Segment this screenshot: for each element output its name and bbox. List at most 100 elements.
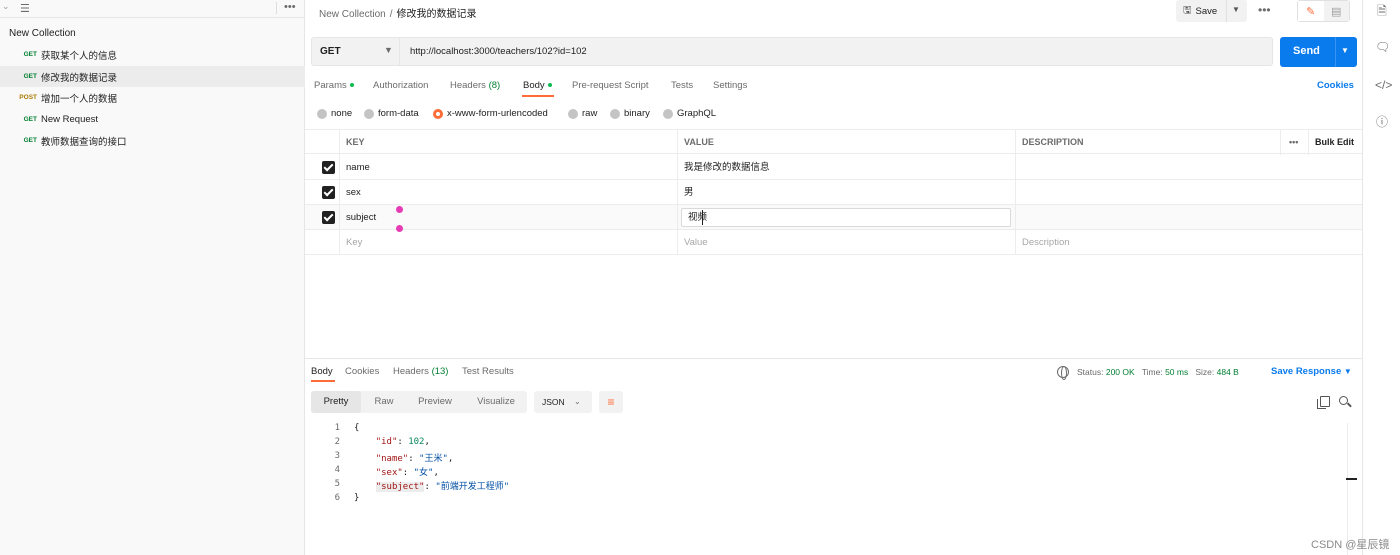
- documentation-icon[interactable]: ▤: [1323, 1, 1349, 21]
- table-row-new: Key Value Description: [305, 230, 1362, 255]
- bulk-edit-button[interactable]: Bulk Edit: [1308, 130, 1362, 155]
- divider: [276, 2, 277, 14]
- code-icon[interactable]: </>: [1375, 78, 1392, 92]
- send-button[interactable]: Send ▼: [1280, 37, 1357, 67]
- status-value[interactable]: 200 OK: [1106, 367, 1135, 377]
- response-tab-test-results[interactable]: Test Results: [462, 366, 514, 377]
- response-tab-body[interactable]: Body: [311, 366, 333, 377]
- method-select[interactable]: GET: [320, 46, 341, 57]
- selection-handle-bottom[interactable]: [396, 225, 403, 232]
- description-cell[interactable]: [1015, 205, 1362, 230]
- sidebar-request-item[interactable]: GET New Request: [0, 109, 305, 130]
- url-bar: GET ▼ http://localhost:3000/teachers/102…: [311, 37, 1273, 66]
- search-icon[interactable]: [1339, 396, 1348, 405]
- radio-none[interactable]: none: [317, 108, 352, 119]
- radio-graphql[interactable]: GraphQL: [663, 108, 716, 119]
- tab-settings[interactable]: Settings: [713, 80, 747, 91]
- sidebar-request-item[interactable]: GET 教师数据查询的接口: [0, 130, 305, 151]
- breadcrumb-request[interactable]: 修改我的数据记录: [396, 9, 476, 20]
- scrollbar-thumb[interactable]: [1346, 478, 1357, 480]
- sidebar-request-item[interactable]: GET 获取某个人的信息: [0, 44, 305, 65]
- chevron-down-icon[interactable]: ▼: [384, 45, 393, 55]
- cookies-link[interactable]: Cookies: [1317, 80, 1354, 91]
- value-cell[interactable]: 我是修改的数据信息: [677, 155, 1015, 180]
- breadcrumb-collection[interactable]: New Collection: [319, 9, 386, 20]
- sidebar-request-item[interactable]: POST 增加一个人的数据: [0, 87, 305, 108]
- format-preview[interactable]: Preview: [409, 391, 461, 413]
- wrap-lines-icon[interactable]: ≡: [599, 391, 623, 413]
- active-dot: [547, 83, 552, 88]
- method-badge: POST: [19, 94, 37, 101]
- format-pretty[interactable]: Pretty: [311, 391, 361, 413]
- value-cell[interactable]: 男: [677, 180, 1015, 205]
- description-cell[interactable]: [1015, 180, 1362, 205]
- key-cell[interactable]: subject: [339, 205, 677, 230]
- view-mode-toggle[interactable]: ✎ ▤: [1297, 0, 1350, 22]
- value-edit-input[interactable]: 视频: [681, 208, 1011, 227]
- line-number: 1: [334, 423, 340, 433]
- collection-title[interactable]: New Collection: [9, 28, 76, 39]
- filter-icon[interactable]: ☰: [20, 2, 30, 15]
- more-icon[interactable]: •••: [1258, 3, 1271, 17]
- globe-icon[interactable]: [1057, 366, 1069, 380]
- sidebar-toolbar: ⌄ ☰ •••: [0, 0, 304, 18]
- save-response-button[interactable]: Save Response ▼: [1271, 366, 1352, 377]
- radio-raw[interactable]: raw: [568, 108, 597, 119]
- save-response-label: Save Response: [1271, 366, 1342, 377]
- size-value[interactable]: 484 B: [1217, 367, 1239, 377]
- save-icon: 🖫: [1183, 4, 1192, 16]
- tab-tests[interactable]: Tests: [671, 80, 693, 91]
- line-number: 6: [334, 493, 340, 503]
- more-icon[interactable]: •••: [284, 1, 296, 13]
- tab-headers[interactable]: Headers (8): [450, 80, 500, 91]
- save-button[interactable]: 🖫 Save ▼: [1176, 0, 1247, 22]
- radio-form-data[interactable]: form-data: [364, 108, 419, 119]
- url-input[interactable]: http://localhost:3000/teachers/102?id=10…: [410, 46, 587, 57]
- divider: [1335, 37, 1336, 67]
- watermark: CSDN @星辰镜: [1311, 539, 1390, 551]
- tab-label: Body: [523, 80, 545, 91]
- key-placeholder[interactable]: Key: [339, 230, 677, 255]
- sidebar-request-item-active[interactable]: GET 修改我的数据记录: [0, 66, 305, 87]
- format-raw[interactable]: Raw: [363, 391, 405, 413]
- key-cell[interactable]: name: [339, 155, 677, 180]
- request-name: New Request: [41, 114, 99, 125]
- key-cell[interactable]: sex: [339, 180, 677, 205]
- tab-pre-request-script[interactable]: Pre-request Script: [572, 80, 649, 91]
- more-icon[interactable]: •••: [1280, 130, 1308, 155]
- row-checkbox[interactable]: [322, 186, 335, 199]
- chevron-down-icon[interactable]: ⌄: [2, 1, 10, 12]
- row-checkbox[interactable]: [322, 161, 335, 174]
- tab-body[interactable]: Body: [523, 80, 552, 91]
- documentation-icon[interactable]: 🗎: [1375, 4, 1389, 18]
- response-tab-cookies[interactable]: Cookies: [345, 366, 379, 377]
- chevron-down-icon[interactable]: ▼: [1232, 5, 1240, 14]
- format-visualize[interactable]: Visualize: [467, 391, 525, 413]
- row-checkbox[interactable]: [322, 211, 335, 224]
- json-key: "id": [375, 437, 398, 447]
- table-row: sex 男: [305, 180, 1362, 205]
- code-line: "name": "王米",: [375, 454, 454, 464]
- radio-binary[interactable]: binary: [610, 108, 650, 119]
- radio-x-www-form-urlencoded[interactable]: x-www-form-urlencoded: [433, 108, 548, 119]
- value-placeholder[interactable]: Value: [677, 230, 1015, 255]
- size-label: Size:: [1195, 367, 1215, 377]
- selection-handle-top[interactable]: [396, 206, 403, 213]
- language-select[interactable]: JSON ⌄: [534, 391, 592, 413]
- response-tab-headers[interactable]: Headers (13): [393, 366, 448, 377]
- save-label: Save: [1195, 5, 1218, 17]
- tab-authorization[interactable]: Authorization: [373, 80, 428, 91]
- tab-params[interactable]: Params: [314, 80, 354, 91]
- json-key: "sex": [375, 468, 403, 478]
- radio-label: form-data: [378, 108, 419, 119]
- pencil-icon[interactable]: ✎: [1298, 1, 1324, 21]
- description-cell[interactable]: [1015, 155, 1362, 180]
- tab-label: Headers: [393, 366, 429, 377]
- time-value[interactable]: 50 ms: [1165, 367, 1188, 377]
- info-icon[interactable]: ⓘ: [1375, 115, 1389, 129]
- description-placeholder[interactable]: Description: [1015, 230, 1362, 255]
- comments-icon[interactable]: 🗨: [1375, 40, 1390, 54]
- divider: [305, 358, 1362, 359]
- chevron-down-icon[interactable]: ▼: [1341, 46, 1349, 55]
- copy-icon[interactable]: [1317, 396, 1330, 409]
